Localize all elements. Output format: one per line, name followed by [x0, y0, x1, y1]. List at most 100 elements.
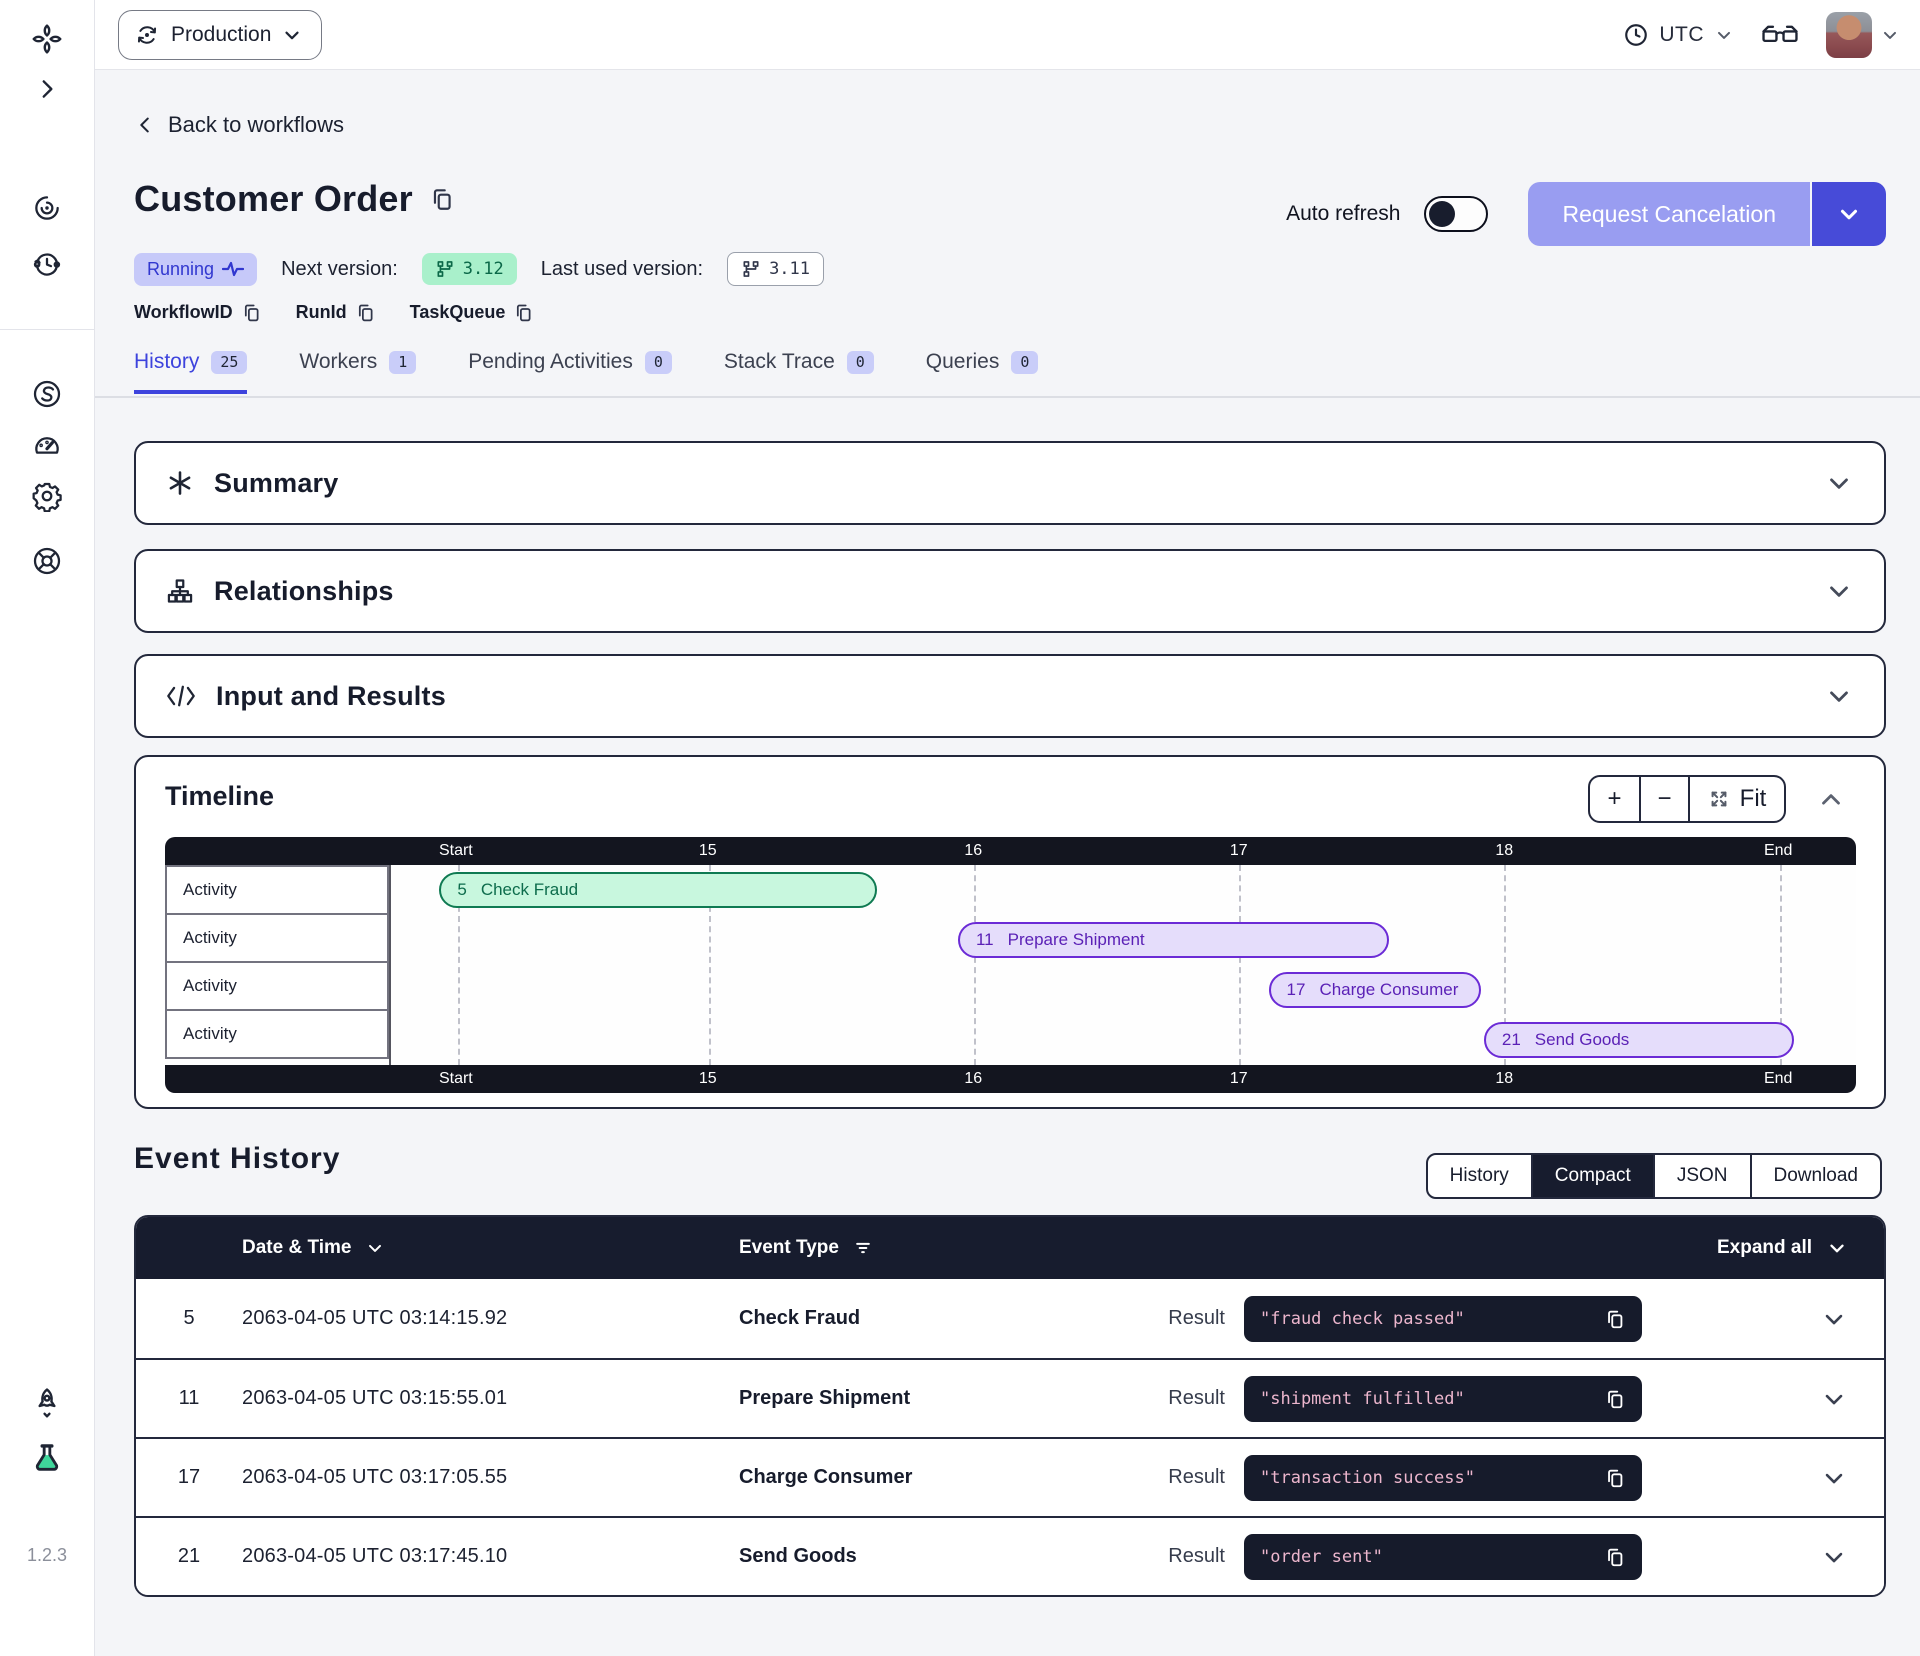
clock-icon: [1623, 22, 1649, 48]
tab-label: Workers: [299, 350, 377, 374]
request-cancelation-main[interactable]: Request Cancelation: [1528, 182, 1810, 246]
filter-event-type[interactable]: Event Type: [739, 1237, 873, 1259]
sidebar-expand-chevron-icon[interactable]: [34, 76, 60, 102]
run-id-label: RunId: [296, 302, 347, 323]
flask-icon[interactable]: [30, 1441, 64, 1475]
chevron-down-icon[interactable]: [1820, 1385, 1848, 1413]
environment-selector[interactable]: Production: [118, 10, 322, 60]
event-row[interactable]: 5 2063-04-05 UTC 03:14:15.92 Check Fraud…: [136, 1279, 1884, 1358]
timeline-row-labels: Activity Activity Activity Activity: [165, 865, 389, 1065]
tab-workers[interactable]: Workers 1: [299, 350, 416, 394]
timeline-bar-charge-consumer[interactable]: 17 Charge Consumer: [1269, 972, 1481, 1008]
timeline-scale-bottom: Start 15 16 17 18 End: [165, 1065, 1856, 1093]
copy-icon: [355, 302, 376, 323]
result-chip[interactable]: "fraud check passed": [1244, 1296, 1642, 1342]
copy-icon: [241, 302, 262, 323]
event-type: Charge Consumer: [739, 1466, 1099, 1489]
event-row[interactable]: 17 2063-04-05 UTC 03:17:05.55 Charge Con…: [136, 1437, 1884, 1516]
timeline-scale-top: Start 15 16 17 18 End: [165, 837, 1856, 865]
tab-queries[interactable]: Queries 0: [926, 350, 1039, 394]
tick-label: 17: [1230, 1070, 1248, 1088]
result-label: Result: [1168, 1387, 1225, 1410]
clock-history-icon[interactable]: [31, 248, 63, 280]
task-queue-copy[interactable]: TaskQueue: [410, 302, 535, 323]
event-type: Prepare Shipment: [739, 1387, 1099, 1410]
lifebuoy-icon[interactable]: [31, 545, 63, 577]
tick-label: 15: [699, 1070, 717, 1088]
auto-refresh-toggle[interactable]: [1424, 196, 1488, 232]
event-history-table: Date & Time Event Type Expand all: [134, 1215, 1886, 1597]
copy-icon[interactable]: [1604, 1467, 1626, 1489]
timeline-bar-check-fraud[interactable]: 5 Check Fraud: [439, 872, 877, 908]
git-branch-icon: [741, 259, 761, 279]
timeline-bar-prepare-shipment[interactable]: 11 Prepare Shipment: [958, 922, 1389, 958]
input-and-results-section[interactable]: Input and Results: [134, 654, 1886, 738]
zoom-out-button[interactable]: −: [1639, 777, 1688, 821]
timeline-bar-send-goods[interactable]: 21 Send Goods: [1484, 1022, 1795, 1058]
workflow-title-row: Customer Order: [134, 178, 455, 220]
request-cancelation-button: Request Cancelation: [1528, 182, 1886, 246]
spiral-icon[interactable]: [31, 192, 63, 224]
zoom-in-button[interactable]: +: [1590, 777, 1639, 821]
request-cancelation-dropdown[interactable]: [1810, 182, 1886, 246]
run-id-copy[interactable]: RunId: [296, 302, 376, 323]
copy-icon[interactable]: [429, 186, 455, 212]
bar-label: Charge Consumer: [1319, 980, 1458, 1000]
user-menu[interactable]: [1826, 12, 1900, 58]
timeline-plot: 5 Check Fraud 11 Prepare Shipment 17 Cha…: [389, 865, 1856, 1065]
expand-all-button[interactable]: Expand all: [1717, 1237, 1848, 1259]
event-row[interactable]: 21 2063-04-05 UTC 03:17:45.10 Send Goods…: [136, 1516, 1884, 1595]
temporal-logo[interactable]: [30, 22, 64, 56]
result-label: Result: [1168, 1545, 1225, 1568]
next-version-badge: 3.12: [422, 253, 517, 285]
summary-section[interactable]: Summary: [134, 441, 1886, 525]
tab-label: Queries: [926, 350, 1000, 374]
tab-label: Stack Trace: [724, 350, 835, 374]
rocket-icon[interactable]: [30, 1386, 64, 1420]
chevron-down-icon[interactable]: [1820, 1543, 1848, 1571]
timeline-zoom-controls: + − Fit: [1588, 775, 1786, 823]
relationships-section[interactable]: Relationships: [134, 549, 1886, 633]
chevron-down-icon[interactable]: [1820, 1464, 1848, 1492]
tick-label: 16: [964, 842, 982, 860]
chevron-down-icon[interactable]: [1820, 1305, 1848, 1333]
bar-event-id: 5: [457, 880, 466, 900]
sort-date-time[interactable]: Date & Time: [242, 1237, 739, 1259]
result-chip[interactable]: "shipment fulfilled": [1244, 1376, 1642, 1422]
result-chip[interactable]: "transaction success": [1244, 1455, 1642, 1501]
tab-label: Pending Activities: [468, 350, 633, 374]
gauge-icon[interactable]: [31, 430, 63, 462]
tab-stack-trace[interactable]: Stack Trace 0: [724, 350, 874, 394]
copy-icon[interactable]: [1604, 1308, 1626, 1330]
copy-icon[interactable]: [1604, 1546, 1626, 1568]
glasses-icon[interactable]: [1760, 20, 1800, 50]
view-compact-button[interactable]: Compact: [1531, 1155, 1653, 1197]
copy-icon[interactable]: [1604, 1388, 1626, 1410]
chevron-up-icon[interactable]: [1816, 785, 1846, 815]
bar-event-id: 17: [1287, 980, 1306, 1000]
tab-label: History: [134, 350, 199, 374]
event-type: Check Fraud: [739, 1307, 1099, 1330]
workflow-id-copy[interactable]: WorkflowID: [134, 302, 262, 323]
gear-icon[interactable]: [31, 480, 63, 512]
event-datetime: 2063-04-05 UTC 03:14:15.92: [242, 1307, 739, 1330]
event-datetime: 2063-04-05 UTC 03:17:45.10: [242, 1545, 739, 1568]
fit-button[interactable]: Fit: [1688, 777, 1784, 821]
tab-history[interactable]: History 25: [134, 350, 247, 394]
column-label: Event Type: [739, 1237, 839, 1259]
bar-event-id: 11: [976, 930, 994, 950]
workflow-id-label: WorkflowID: [134, 302, 233, 323]
view-download-button[interactable]: Download: [1750, 1155, 1881, 1197]
result-chip[interactable]: "order sent": [1244, 1534, 1642, 1580]
tab-pending-activities[interactable]: Pending Activities 0: [468, 350, 672, 394]
view-history-button[interactable]: History: [1428, 1155, 1531, 1197]
tick-label: Start: [439, 842, 473, 860]
git-branch-icon: [435, 259, 455, 279]
result-label: Result: [1168, 1466, 1225, 1489]
view-json-button[interactable]: JSON: [1653, 1155, 1750, 1197]
namespace-icon[interactable]: [31, 378, 63, 410]
back-to-workflows-link[interactable]: Back to workflows: [134, 112, 344, 138]
event-row[interactable]: 11 2063-04-05 UTC 03:15:55.01 Prepare Sh…: [136, 1358, 1884, 1437]
timezone-selector[interactable]: UTC: [1623, 22, 1734, 48]
result-value: "order sent": [1260, 1547, 1383, 1567]
